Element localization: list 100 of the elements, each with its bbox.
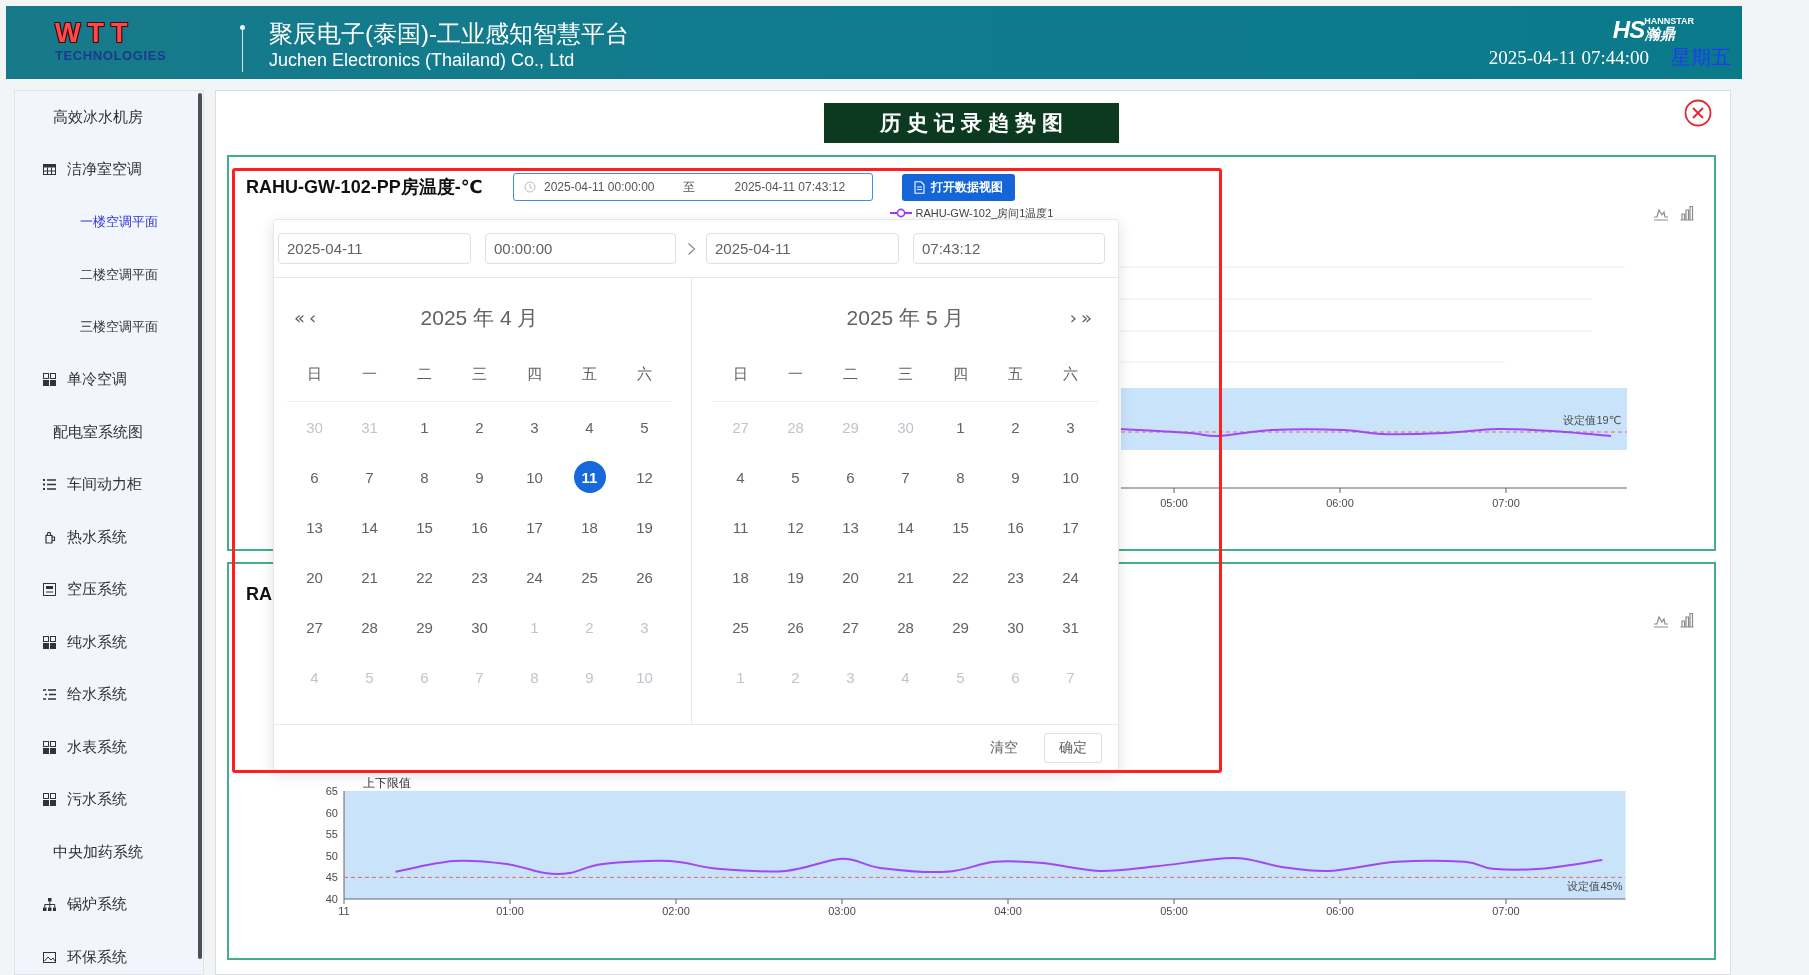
calendar-day[interactable]: 12: [628, 461, 661, 493]
sidebar-item[interactable]: 三楼空调平面: [80, 318, 158, 337]
sidebar-item[interactable]: 一楼空调平面: [80, 213, 158, 232]
axis-label: 60: [325, 806, 338, 819]
sidebar-item[interactable]: 车间动力柜: [43, 475, 142, 495]
calendar-day[interactable]: 20: [298, 561, 331, 593]
sidebar-item[interactable]: 锅炉系统: [43, 895, 127, 915]
brand-mark: HS: [1612, 19, 1645, 41]
calendar-day[interactable]: 5: [628, 411, 661, 443]
calendar-day[interactable]: 15: [944, 511, 977, 543]
calendar-day[interactable]: 26: [779, 611, 812, 643]
sidebar-item[interactable]: 环保系统: [43, 947, 127, 967]
calendar-day[interactable]: 16: [999, 511, 1032, 543]
calendar-day[interactable]: 2: [463, 411, 496, 443]
calendar-day[interactable]: 4: [724, 461, 757, 493]
calendar-day[interactable]: 9: [999, 461, 1032, 493]
calendar-day[interactable]: 3: [1054, 411, 1087, 443]
calendar-day[interactable]: 4: [573, 411, 606, 443]
open-data-view-button[interactable]: 打开数据视图: [902, 173, 1015, 201]
calendar-day[interactable]: 1: [408, 411, 441, 443]
calendar-day[interactable]: 12: [779, 511, 812, 543]
calendar-day[interactable]: 28: [353, 611, 386, 643]
calendar-day[interactable]: 25: [573, 561, 606, 593]
calendar-day[interactable]: 25: [724, 611, 757, 643]
start-date-input[interactable]: 2025-04-11: [278, 233, 471, 264]
calendar-day[interactable]: 15: [408, 511, 441, 543]
calendar-day[interactable]: 14: [353, 511, 386, 543]
weekday-label: 日: [733, 364, 748, 384]
sidebar-item[interactable]: 洁净室空调: [43, 160, 142, 180]
calendar-day[interactable]: 17: [518, 511, 551, 543]
calendar-day[interactable]: 7: [353, 461, 386, 493]
calendar-day[interactable]: 26: [628, 561, 661, 593]
close-icon[interactable]: [1684, 99, 1712, 127]
calendar-day[interactable]: 31: [1054, 611, 1087, 643]
sidebar-item[interactable]: 纯水系统: [43, 632, 127, 652]
clear-button[interactable]: 清空: [984, 734, 1024, 761]
calendar-day[interactable]: 24: [518, 561, 551, 593]
sidebar-item[interactable]: 热水系统: [43, 527, 127, 547]
calendar-day[interactable]: 11: [573, 461, 606, 493]
calendar-day[interactable]: 8: [944, 461, 977, 493]
sidebar-item[interactable]: 配电室系统图: [53, 422, 143, 442]
calendar-day[interactable]: 23: [999, 561, 1032, 593]
calendar-day[interactable]: 18: [724, 561, 757, 593]
calendar-day[interactable]: 11: [724, 511, 757, 543]
calendar-day[interactable]: 3: [518, 411, 551, 443]
calendar-day[interactable]: 21: [353, 561, 386, 593]
calendar-day[interactable]: 8: [408, 461, 441, 493]
end-time-input[interactable]: 07:43:12: [913, 233, 1105, 264]
calendar-day[interactable]: 14: [889, 511, 922, 543]
calendar-day[interactable]: 27: [298, 611, 331, 643]
calendar-day[interactable]: 9: [463, 461, 496, 493]
calendar-day[interactable]: 19: [628, 511, 661, 543]
previous-year-button[interactable]: «: [292, 308, 307, 328]
calendar-day[interactable]: 13: [298, 511, 331, 543]
calendar-day[interactable]: 19: [779, 561, 812, 593]
bar-chart-icon[interactable]: [1679, 612, 1695, 628]
calendar-day[interactable]: 21: [889, 561, 922, 593]
calendar-day[interactable]: 20: [834, 561, 867, 593]
sidebar-item[interactable]: 高效冰水机房: [53, 107, 143, 127]
calendar-day[interactable]: 29: [408, 611, 441, 643]
sidebar-item[interactable]: 污水系统: [43, 790, 127, 810]
calendar-day[interactable]: 27: [834, 611, 867, 643]
calendar-day[interactable]: 10: [518, 461, 551, 493]
calendar-day[interactable]: 6: [834, 461, 867, 493]
calendar-day[interactable]: 24: [1054, 561, 1087, 593]
sidebar-item[interactable]: 水表系统: [43, 737, 127, 757]
bar-chart-icon[interactable]: [1679, 205, 1695, 221]
next-year-button[interactable]: »: [1079, 308, 1094, 328]
calendar-day[interactable]: 17: [1054, 511, 1087, 543]
date-range-field[interactable]: 2025-04-11 00:00:00 至 2025-04-11 07:43:12: [513, 173, 873, 201]
calendar-day[interactable]: 16: [463, 511, 496, 543]
sidebar-item[interactable]: 给水系统: [43, 685, 127, 705]
legend-label: 上下限值: [363, 776, 411, 790]
calendar-day[interactable]: 2: [999, 411, 1032, 443]
calendar-day[interactable]: 23: [463, 561, 496, 593]
calendar-day[interactable]: 7: [889, 461, 922, 493]
previous-month-button[interactable]: ‹: [307, 308, 319, 328]
calendar-day[interactable]: 30: [463, 611, 496, 643]
legend-item[interactable]: RAHU-GW-102_房间1温度1: [889, 205, 1054, 221]
calendar-day[interactable]: 10: [1054, 461, 1087, 493]
calendar-day[interactable]: 6: [298, 461, 331, 493]
confirm-button[interactable]: 确定: [1044, 732, 1102, 763]
sidebar-item[interactable]: 中央加药系统: [53, 842, 143, 862]
sidebar-item[interactable]: 空压系统: [43, 580, 127, 600]
calendar-day[interactable]: 30: [999, 611, 1032, 643]
calendar-day[interactable]: 28: [889, 611, 922, 643]
end-date-input[interactable]: 2025-04-11: [706, 233, 899, 264]
sidebar-item[interactable]: 单冷空调: [43, 370, 127, 390]
calendar-day[interactable]: 1: [944, 411, 977, 443]
scrollbar-thumb[interactable]: [198, 93, 202, 959]
calendar-day[interactable]: 22: [408, 561, 441, 593]
calendar-day[interactable]: 5: [779, 461, 812, 493]
calendar-day[interactable]: 22: [944, 561, 977, 593]
start-time-input[interactable]: 00:00:00: [485, 233, 676, 264]
app-title: 聚辰电子(泰国)-工业感知智慧平台: [269, 18, 629, 49]
calendar-day[interactable]: 18: [573, 511, 606, 543]
next-month-button[interactable]: ›: [1067, 308, 1079, 328]
calendar-day[interactable]: 29: [944, 611, 977, 643]
calendar-day[interactable]: 13: [834, 511, 867, 543]
sidebar-item[interactable]: 二楼空调平面: [80, 265, 158, 284]
